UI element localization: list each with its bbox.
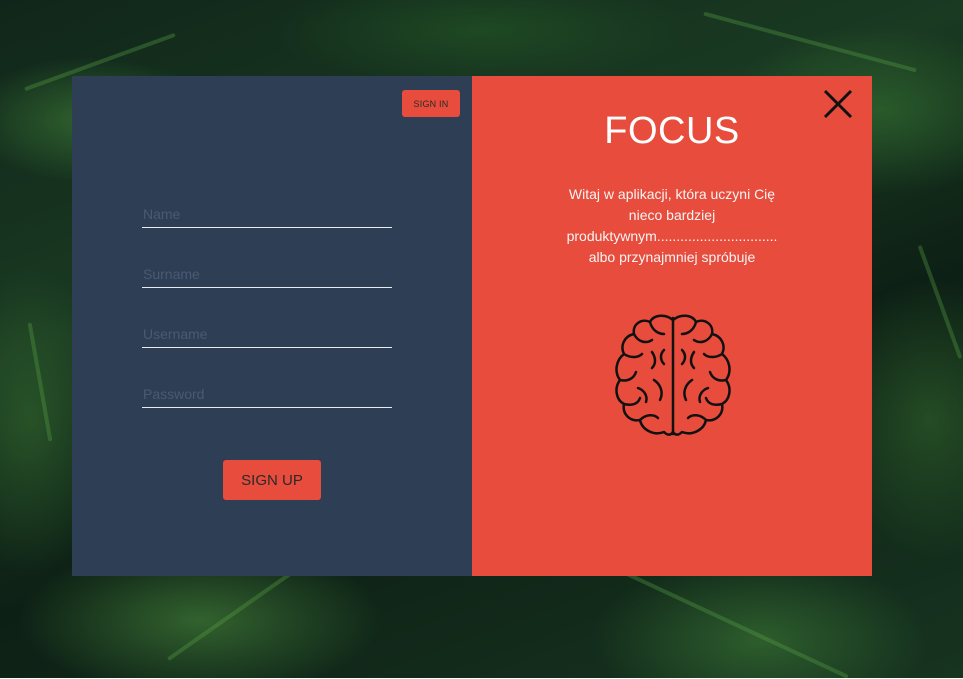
surname-field[interactable] <box>142 262 392 288</box>
signup-modal: SIGN IN SIGN UP FOCUS Witaj w aplikacji,… <box>72 76 872 576</box>
app-title: FOCUS <box>604 110 740 152</box>
signup-panel: SIGN IN SIGN UP <box>72 76 472 576</box>
sign-in-button[interactable]: SIGN IN <box>402 90 460 117</box>
name-field[interactable] <box>142 202 392 228</box>
password-field[interactable] <box>142 382 392 408</box>
welcome-text: Witaj w aplikacji, która uczyni Cię niec… <box>566 186 778 265</box>
info-panel: FOCUS Witaj w aplikacji, która uczyni Ci… <box>472 76 872 576</box>
sign-up-button[interactable]: SIGN UP <box>223 460 321 500</box>
brain-icon <box>608 310 738 440</box>
username-field[interactable] <box>142 322 392 348</box>
